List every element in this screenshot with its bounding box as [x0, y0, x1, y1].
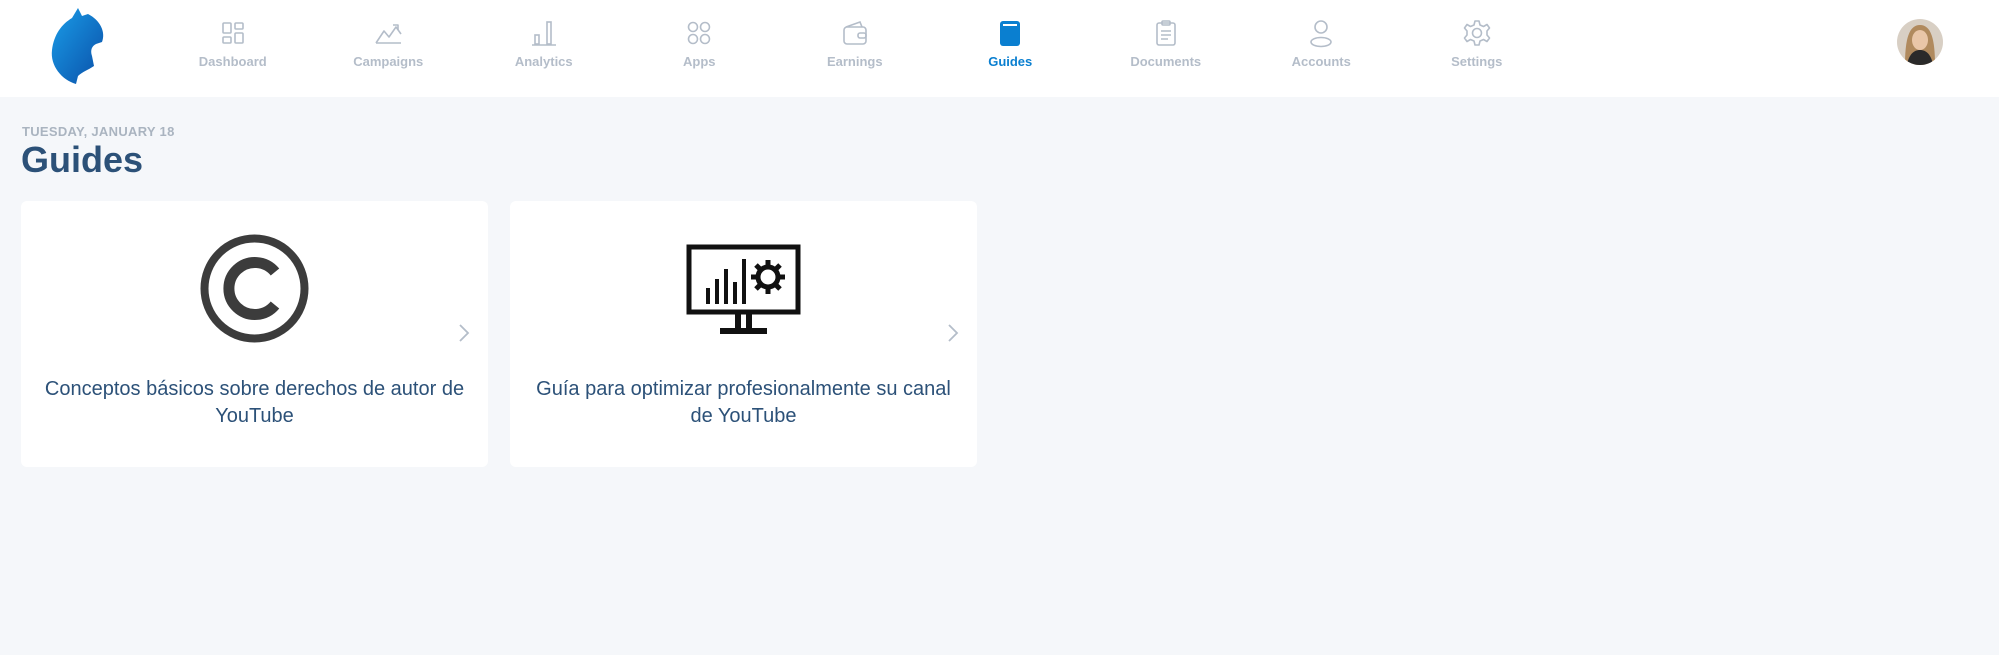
gear-icon — [1463, 20, 1491, 46]
book-icon — [1000, 21, 1021, 46]
nav-item-apps[interactable]: Apps — [622, 0, 778, 97]
clipboard-icon — [1155, 20, 1176, 46]
nav-label-dashboard: Dashboard — [198, 54, 267, 69]
user-icon — [1310, 20, 1333, 48]
user-avatar[interactable] — [1897, 19, 1943, 65]
nav-item-analytics[interactable]: Analytics — [466, 0, 622, 97]
guide-card-copyright[interactable]: Conceptos básicos sobre derechos de auto… — [21, 201, 488, 467]
apps-icon — [687, 21, 711, 45]
guide-card-title: Conceptos básicos sobre derechos de auto… — [44, 378, 465, 427]
nav-item-dashboard[interactable]: Dashboard — [155, 0, 311, 97]
nav-item-guides[interactable]: Guides — [933, 0, 1089, 97]
page-title: Guides — [21, 139, 144, 180]
nav-label-analytics: Analytics — [514, 54, 573, 69]
current-date: TUESDAY, JANUARY 18 — [22, 124, 175, 139]
top-navigation-bar: Dashboard Campaigns Analytics Apps Earni… — [0, 0, 1999, 97]
nav-label-apps: Apps — [683, 54, 716, 69]
nav-label-guides: Guides — [988, 54, 1033, 69]
copyright-icon — [200, 234, 309, 343]
chevron-right-icon — [459, 324, 470, 342]
nav-item-earnings[interactable]: Earnings — [777, 0, 933, 97]
analytics-icon — [531, 21, 556, 46]
nav-label-earnings: Earnings — [826, 54, 883, 69]
nav-label-campaigns: Campaigns — [353, 54, 424, 69]
dashboard-icon — [221, 22, 244, 44]
nav-item-campaigns[interactable]: Campaigns — [311, 0, 467, 97]
main-nav: Dashboard Campaigns Analytics Apps Earni… — [155, 0, 1555, 97]
nav-item-settings[interactable]: Settings — [1399, 0, 1555, 97]
horse-logo-icon[interactable] — [48, 6, 110, 86]
monitor-analytics-icon — [686, 244, 801, 334]
nav-item-accounts[interactable]: Accounts — [1244, 0, 1400, 97]
nav-item-documents[interactable]: Documents — [1088, 0, 1244, 97]
wallet-icon — [842, 20, 867, 45]
nav-label-settings: Settings — [1451, 54, 1503, 69]
nav-label-documents: Documents — [1130, 54, 1202, 69]
guide-card-channel-optimization[interactable]: Guía para optimizar profesionalmente su … — [510, 201, 977, 467]
chevron-right-icon — [948, 324, 959, 342]
nav-label-accounts: Accounts — [1291, 54, 1351, 69]
guide-card-title: Guía para optimizar profesionalmente su … — [536, 378, 951, 427]
campaigns-icon — [375, 24, 402, 44]
avatar-image — [1897, 19, 1943, 65]
